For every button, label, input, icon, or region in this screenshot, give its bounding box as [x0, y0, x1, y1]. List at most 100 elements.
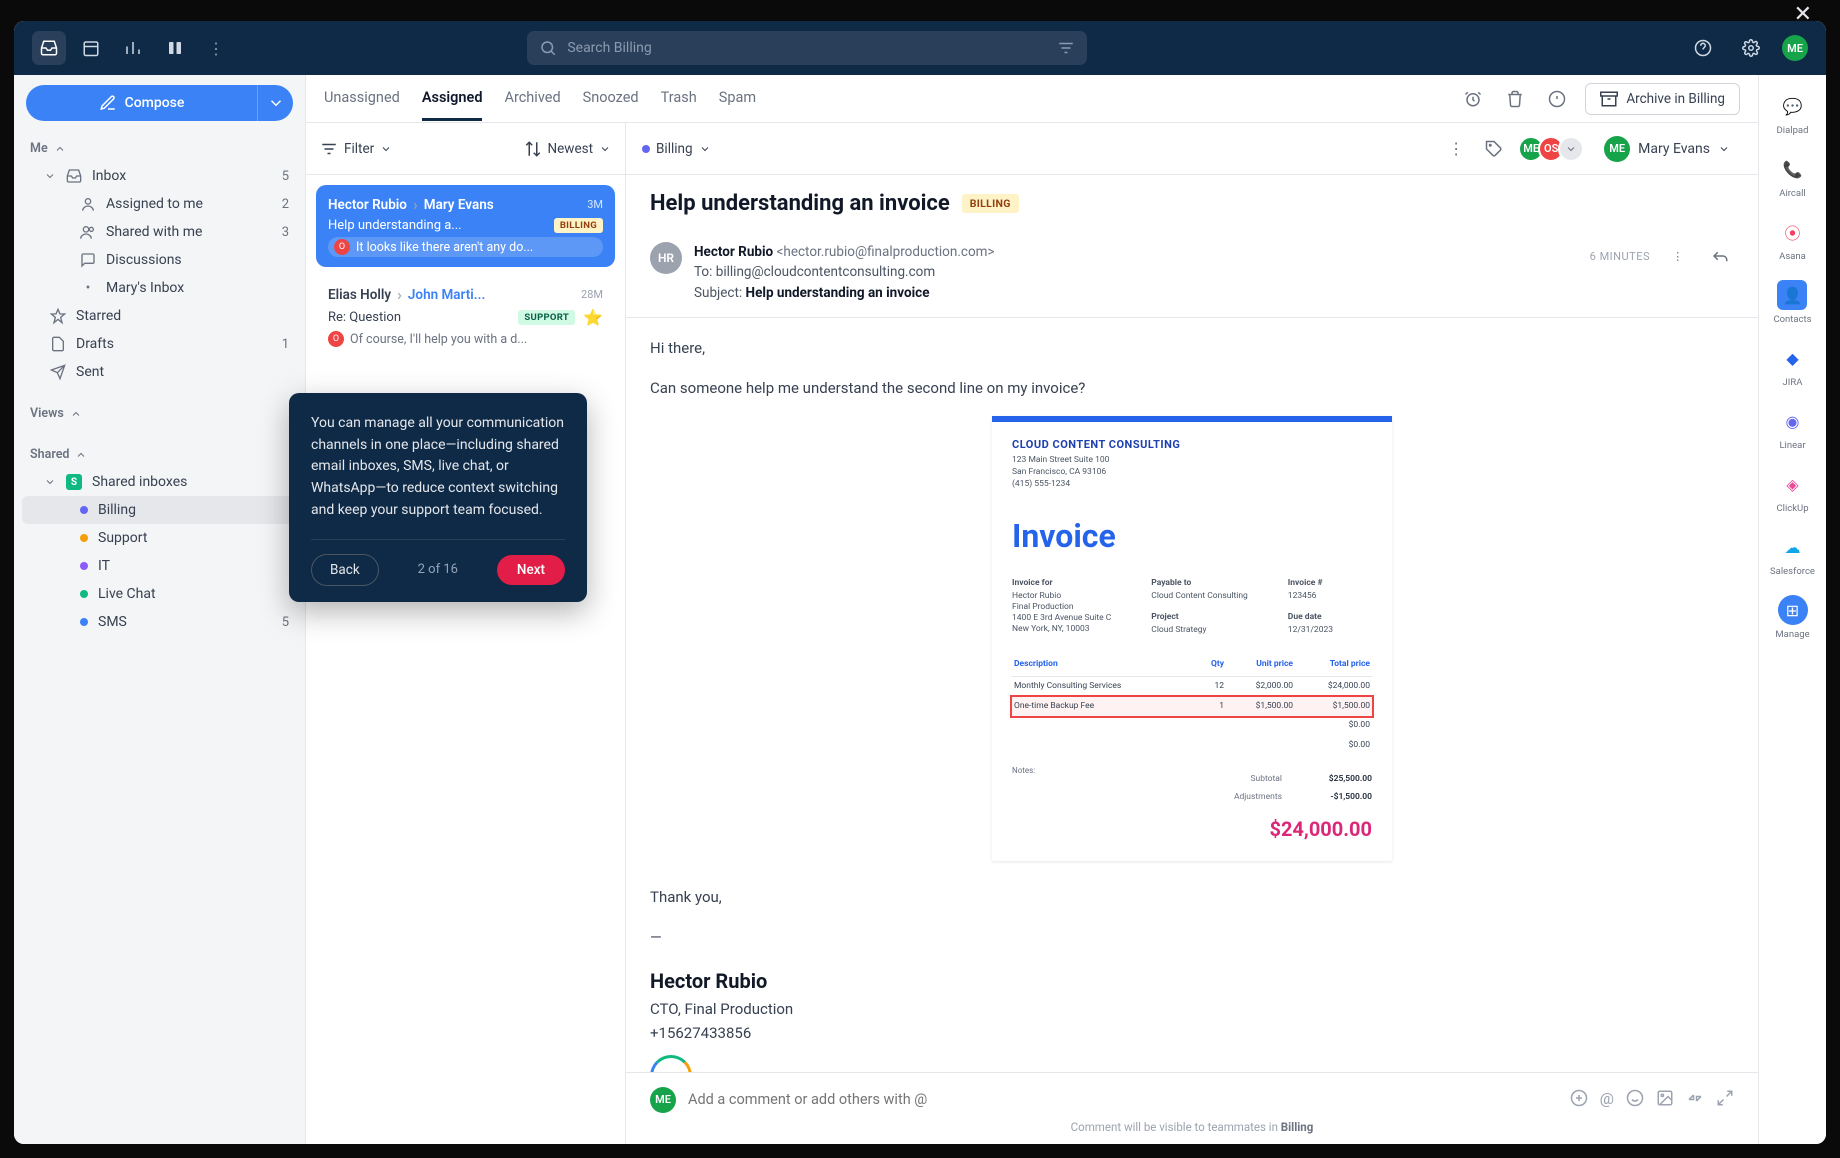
arrow-icon: › [413, 195, 418, 214]
file-icon [50, 336, 66, 352]
sidebar-starred[interactable]: Starred [22, 302, 297, 330]
sidebar-shared-with-me[interactable]: Shared with me 3 [22, 218, 297, 246]
sidebar-marys-inbox[interactable]: • Mary's Inbox [22, 274, 297, 302]
expand-icon[interactable] [1716, 1089, 1734, 1111]
timestamp: 6 MINUTES [1590, 250, 1650, 263]
tour-text: You can manage all your communication ch… [311, 413, 565, 521]
signature-logo [650, 1055, 692, 1072]
rail-clickup[interactable]: ◈ClickUp [1776, 469, 1808, 514]
rail-jira[interactable]: ◆JIRA [1778, 343, 1808, 388]
tabs-strip: Unassigned Assigned Archived Snoozed Tra… [306, 75, 1758, 123]
sender-avatar: HR [650, 242, 682, 274]
trash-icon[interactable] [1501, 85, 1529, 113]
left-sidebar: Compose Me Inbox 5 Assigned to me [14, 75, 306, 1144]
compose-button[interactable]: Compose [26, 85, 257, 121]
tab-assigned[interactable]: Assigned [422, 77, 483, 121]
spam-icon[interactable] [1543, 85, 1571, 113]
search-filter-icon[interactable] [1057, 39, 1075, 61]
invoice-attachment: CLOUD CONTENT CONSULTING 123 Main Street… [992, 416, 1392, 861]
mention-icon[interactable]: @ [1600, 1089, 1614, 1111]
search-input[interactable] [527, 31, 1087, 65]
compose-dropdown[interactable] [257, 85, 293, 121]
message-more-icon[interactable]: ⋮ [1664, 242, 1692, 270]
conversation-list: Hector Rubio › Mary Evans 3M Help unders… [306, 175, 625, 1144]
message-body: Hi there, Can someone help me understand… [626, 318, 1758, 1072]
top-navbar: ⋮ ME [14, 21, 1826, 75]
rail-salesforce[interactable]: ☁Salesforce [1770, 532, 1815, 577]
section-shared[interactable]: Shared [22, 441, 297, 468]
tour-next-button[interactable]: Next [497, 555, 565, 585]
message-from-row: HR Hector Rubio <hector.rubio@finalprodu… [626, 228, 1758, 318]
emoji-icon[interactable] [1626, 1089, 1644, 1111]
shared-badge-icon: S [66, 474, 82, 490]
toolbar-strip: Filter Newest Billing [306, 123, 1758, 175]
archive-button[interactable]: Archive in Billing [1585, 83, 1740, 115]
nav-layout-icon[interactable] [158, 31, 192, 65]
reply-icon[interactable] [1706, 242, 1734, 270]
tab-trash[interactable]: Trash [661, 77, 697, 121]
arrow-icon: › [397, 285, 402, 304]
sidebar-it[interactable]: IT [22, 552, 297, 580]
participant-stack[interactable]: ME OS [1518, 136, 1584, 162]
nav-analytics-icon[interactable] [116, 31, 150, 65]
comment-bar: ME @ [626, 1072, 1758, 1144]
dot-icon [80, 590, 88, 598]
search-icon [539, 39, 557, 61]
rail-asana[interactable]: ⦿Asana [1778, 217, 1808, 262]
dot-icon: • [80, 280, 96, 296]
sidebar-support[interactable]: Support [22, 524, 297, 552]
settings-icon[interactable] [1734, 31, 1768, 65]
conversation-item[interactable]: Hector Rubio › Mary Evans 3M Help unders… [316, 185, 615, 267]
inbox-icon [66, 168, 82, 184]
assignee-selector[interactable]: ME Mary Evans [1594, 132, 1740, 166]
conversation-item[interactable]: Elias Holly › John Marti... 28M Re: Ques… [316, 275, 615, 357]
add-icon[interactable] [1570, 1089, 1588, 1111]
channel-selector[interactable]: Billing [642, 141, 711, 157]
sidebar-sent[interactable]: Sent [22, 358, 297, 386]
section-views[interactable]: Views [22, 400, 297, 427]
nav-overflow-icon[interactable]: ⋮ [208, 39, 224, 58]
tab-spam[interactable]: Spam [719, 77, 756, 121]
tour-back-button[interactable]: Back [311, 554, 379, 586]
user-icon [80, 196, 96, 212]
tour-progress: 2 of 16 [379, 560, 497, 580]
integrations-rail: 💬Dialpad 📞Aircall ⦿Asana 👤Contacts ◆JIRA… [1758, 75, 1826, 1144]
nav-inbox-icon[interactable] [32, 31, 66, 65]
sidebar-drafts[interactable]: Drafts 1 [22, 330, 297, 358]
message-title: Help understanding an invoice [650, 191, 950, 216]
rail-linear[interactable]: ◉Linear [1778, 406, 1808, 451]
users-icon [80, 224, 96, 240]
sort-button[interactable]: Newest [524, 140, 611, 158]
snooze-icon[interactable] [1459, 85, 1487, 113]
tab-snoozed[interactable]: Snoozed [583, 77, 639, 121]
rail-aircall[interactable]: 📞Aircall [1778, 154, 1808, 199]
rail-dialpad[interactable]: 💬Dialpad [1777, 91, 1809, 136]
sidebar-discussions[interactable]: Discussions [22, 246, 297, 274]
tab-archived[interactable]: Archived [504, 77, 560, 121]
search-container [527, 31, 1087, 65]
tag-badge: BILLING [554, 218, 603, 233]
nav-calendar-icon[interactable] [74, 31, 108, 65]
tag-icon[interactable] [1480, 135, 1508, 163]
tab-unassigned[interactable]: Unassigned [324, 77, 400, 121]
help-icon[interactable] [1686, 31, 1720, 65]
user-avatar[interactable]: ME [1782, 35, 1808, 61]
more-icon[interactable]: ⋮ [1442, 135, 1470, 163]
sidebar-inbox[interactable]: Inbox 5 [22, 162, 297, 190]
section-me[interactable]: Me [22, 135, 297, 162]
sidebar-assigned-to-me[interactable]: Assigned to me 2 [22, 190, 297, 218]
sidebar-live-chat[interactable]: Live Chat [22, 580, 297, 608]
sidebar-shared-inboxes[interactable]: S Shared inboxes [22, 468, 297, 496]
comment-avatar: ME [650, 1087, 676, 1113]
star-icon [50, 308, 66, 324]
rail-manage[interactable]: ⊞Manage [1775, 595, 1809, 640]
comment-input[interactable] [688, 1083, 1558, 1116]
filter-button[interactable]: Filter [320, 140, 392, 158]
image-icon[interactable] [1656, 1089, 1674, 1111]
sidebar-sms[interactable]: SMS 5 [22, 608, 297, 636]
channel-dot-icon [642, 145, 650, 153]
collapse-icon[interactable] [1686, 1089, 1704, 1111]
rail-contacts[interactable]: 👤Contacts [1773, 280, 1811, 325]
sidebar-billing[interactable]: Billing [22, 496, 297, 524]
chat-icon [80, 252, 96, 268]
